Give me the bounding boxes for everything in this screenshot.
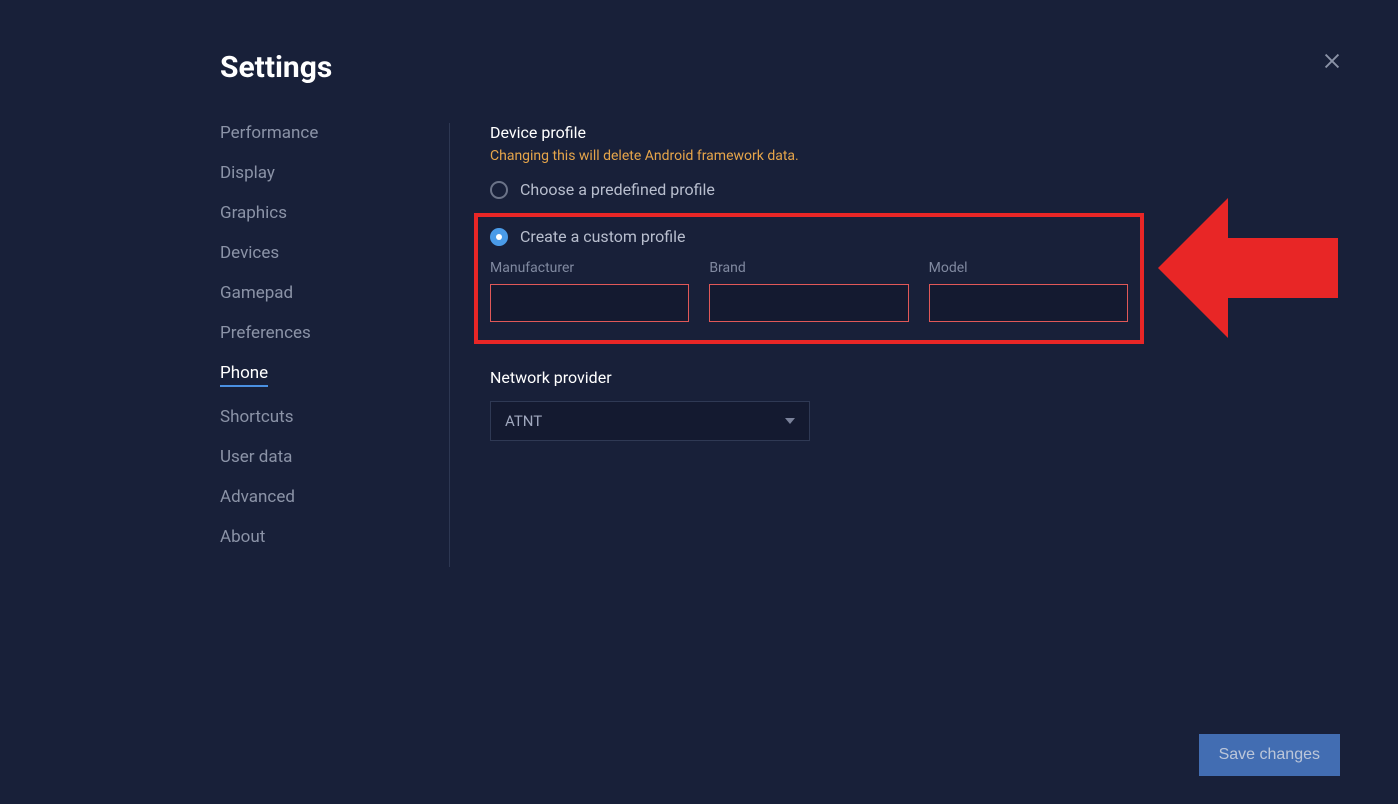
network-provider-heading: Network provider (490, 368, 1358, 387)
save-changes-button[interactable]: Save changes (1199, 734, 1340, 776)
radio-icon (490, 228, 508, 246)
network-provider-select[interactable]: ATNT (490, 401, 810, 441)
sidebar-item-about[interactable]: About (220, 527, 265, 547)
manufacturer-label: Manufacturer (490, 260, 689, 276)
model-label: Model (929, 260, 1128, 276)
sidebar-item-user-data[interactable]: User data (220, 447, 292, 467)
sidebar: Performance Display Graphics Devices Gam… (220, 123, 450, 567)
model-input[interactable] (929, 284, 1128, 322)
radio-label: Choose a predefined profile (520, 180, 715, 199)
device-profile-warning: Changing this will delete Android framew… (490, 148, 1358, 164)
sidebar-item-display[interactable]: Display (220, 163, 275, 183)
annotation-highlight-box: Create a custom profile Manufacturer Bra… (474, 213, 1144, 344)
close-icon (1321, 50, 1343, 72)
brand-input[interactable] (709, 284, 908, 322)
manufacturer-input[interactable] (490, 284, 689, 322)
annotation-arrow-icon (1158, 188, 1338, 348)
sidebar-item-advanced[interactable]: Advanced (220, 487, 295, 507)
sidebar-item-devices[interactable]: Devices (220, 243, 279, 263)
radio-icon (490, 181, 508, 199)
sidebar-item-gamepad[interactable]: Gamepad (220, 283, 293, 303)
radio-custom-profile[interactable]: Create a custom profile (490, 227, 1128, 246)
device-profile-heading: Device profile (490, 123, 1358, 142)
sidebar-item-phone[interactable]: Phone (220, 363, 268, 387)
brand-label: Brand (709, 260, 908, 276)
network-provider-value: ATNT (505, 412, 542, 430)
sidebar-item-shortcuts[interactable]: Shortcuts (220, 407, 294, 427)
radio-label: Create a custom profile (520, 227, 686, 246)
page-title: Settings (220, 50, 1358, 85)
sidebar-item-preferences[interactable]: Preferences (220, 323, 311, 343)
close-button[interactable] (1321, 50, 1343, 76)
chevron-down-icon (785, 418, 795, 424)
sidebar-item-performance[interactable]: Performance (220, 123, 318, 143)
sidebar-item-graphics[interactable]: Graphics (220, 203, 287, 223)
